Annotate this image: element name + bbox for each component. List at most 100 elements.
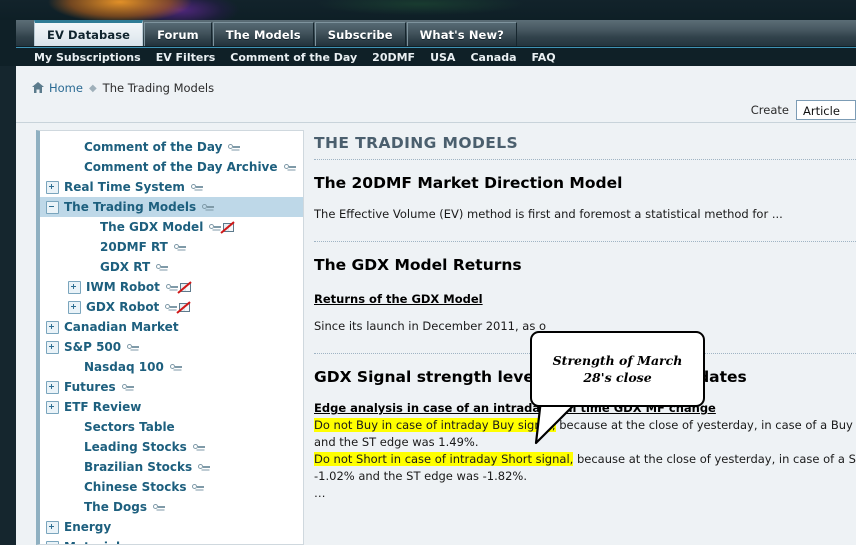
key-icon xyxy=(165,283,178,291)
tree-spacer-icon xyxy=(68,482,79,493)
sidebar-item-energy[interactable]: Energy xyxy=(40,517,303,537)
sidebar-item-icons xyxy=(202,203,215,211)
sidebar-item-label: GDX Robot xyxy=(86,300,160,314)
sidebar-item-label: ETF Review xyxy=(64,400,142,414)
sidebar-tree-panel[interactable]: Comment of the Day Comment of the Day Arc… xyxy=(36,130,304,545)
expand-icon[interactable] xyxy=(46,540,59,544)
tab-label: Forum xyxy=(157,27,199,42)
sidebar-item-icons xyxy=(209,220,235,234)
divider xyxy=(314,240,856,242)
tree-spacer-icon xyxy=(68,462,79,473)
tab-forum[interactable]: Forum xyxy=(144,22,212,46)
sidebar-item-label: The Dogs xyxy=(84,500,147,514)
expand-icon[interactable] xyxy=(46,380,59,394)
subnav-item-usa[interactable]: USA xyxy=(430,51,455,64)
subnav-item-faq[interactable]: FAQ xyxy=(532,51,556,64)
tree-spacer-icon xyxy=(68,442,79,453)
sidebar-item-the-dogs[interactable]: The Dogs xyxy=(40,497,303,517)
key-icon xyxy=(156,263,169,271)
secondary-nav-bar: My Subscriptions EV Filters Comment of t… xyxy=(16,47,856,66)
sidebar-item-icons xyxy=(156,263,169,271)
sidebar-item-label: IWM Robot xyxy=(86,280,160,294)
home-icon xyxy=(32,82,44,96)
subnav-item-ev-filters[interactable]: EV Filters xyxy=(156,51,216,64)
create-type-value: Article xyxy=(803,103,840,118)
expand-icon[interactable] xyxy=(46,400,59,414)
sidebar-item-s-p-500[interactable]: S&P 500 xyxy=(40,337,303,357)
create-type-select[interactable]: Article xyxy=(796,100,856,120)
sidebar-item-label: Nasdaq 100 xyxy=(84,360,164,374)
tab-whats-new[interactable]: What's New? xyxy=(406,22,517,46)
sidebar-item-comment-of-the-day-archive[interactable]: Comment of the Day Archive xyxy=(40,157,303,177)
sidebar-item-the-trading-models[interactable]: The Trading Models xyxy=(40,197,303,217)
expand-icon[interactable] xyxy=(68,300,81,314)
sidebar-item-canadian-market[interactable]: Canadian Market xyxy=(40,317,303,337)
sidebar-item-materials[interactable]: Materials xyxy=(40,537,303,544)
sidebar-item-comment-of-the-day[interactable]: Comment of the Day xyxy=(40,137,303,157)
expand-icon[interactable] xyxy=(46,180,59,194)
sidebar-item-brazilian-stocks[interactable]: Brazilian Stocks xyxy=(40,457,303,477)
subnav-item-my-subscriptions[interactable]: My Subscriptions xyxy=(34,51,141,64)
sidebar-item-nasdaq-100[interactable]: Nasdaq 100 xyxy=(40,357,303,377)
sidebar-item-gdx-rt[interactable]: GDX RT xyxy=(40,257,303,277)
subnav-item-20dmf[interactable]: 20DMF xyxy=(372,51,415,64)
tree-spacer-icon xyxy=(68,142,79,153)
key-icon xyxy=(192,443,205,451)
text-short-reason: because at the close of yesterday, in ca… xyxy=(573,452,856,466)
section-heading-gdx-returns: The GDX Model Returns xyxy=(314,256,522,274)
tree-spacer-icon xyxy=(68,162,79,173)
sidebar-item-sectors-table[interactable]: Sectors Table xyxy=(40,417,303,437)
tree-spacer-icon xyxy=(84,242,95,253)
callout-text-box: Strength of March 28's close xyxy=(530,331,705,407)
key-icon xyxy=(121,383,134,391)
tab-the-models[interactable]: The Models xyxy=(212,22,314,46)
collapse-icon[interactable] xyxy=(46,200,59,214)
key-icon xyxy=(202,203,215,211)
subnav-item-comment-of-the-day[interactable]: Comment of the Day xyxy=(230,51,357,64)
text-st-edge-buy: and the ST edge was 1.49%. xyxy=(314,435,479,449)
key-icon xyxy=(228,143,241,151)
text-ellipsis: … xyxy=(314,486,326,500)
callout-text: Strength of March 28's close xyxy=(552,353,683,385)
sidebar-item-leading-stocks[interactable]: Leading Stocks xyxy=(40,437,303,457)
create-bar: Create Article xyxy=(751,100,856,120)
sidebar-item-label: Chinese Stocks xyxy=(84,480,187,494)
sidebar-item-label: 20DMF RT xyxy=(100,240,168,254)
no-book-icon xyxy=(177,280,192,294)
sidebar-tree-list: Comment of the Day Comment of the Day Arc… xyxy=(40,131,303,544)
key-icon xyxy=(192,483,205,491)
sidebar-item-label: Real Time System xyxy=(64,180,185,194)
sidebar-item-real-time-system[interactable]: Real Time System xyxy=(40,177,303,197)
expand-icon[interactable] xyxy=(46,320,59,334)
sidebar-item-label: Energy xyxy=(64,520,112,534)
no-book-icon xyxy=(176,300,191,314)
sidebar-item-etf-review[interactable]: ETF Review xyxy=(40,397,303,417)
expand-icon[interactable] xyxy=(46,340,59,354)
sidebar-item-the-gdx-model[interactable]: The GDX Model xyxy=(40,217,303,237)
subnav-item-canada[interactable]: Canada xyxy=(470,51,516,64)
sidebar-item-20dmf-rt[interactable]: 20DMF RT xyxy=(40,237,303,257)
sidebar-item-icons xyxy=(121,383,134,391)
sidebar-item-gdx-robot[interactable]: GDX Robot xyxy=(40,297,303,317)
link-returns-of-the-gdx-model[interactable]: Returns of the GDX Model xyxy=(314,292,483,306)
sidebar-item-icons xyxy=(228,143,241,151)
sidebar-item-icons xyxy=(190,183,203,191)
tab-subscribe[interactable]: Subscribe xyxy=(314,22,406,46)
sidebar-item-icons xyxy=(152,503,165,511)
tree-spacer-icon xyxy=(84,262,95,273)
create-label: Create xyxy=(750,103,789,117)
sidebar-item-icons xyxy=(165,300,191,314)
tab-ev-database[interactable]: EV Database xyxy=(34,20,144,46)
tree-spacer-icon xyxy=(84,222,95,233)
breadcrumb-home-link[interactable]: Home xyxy=(49,81,83,95)
sidebar-item-label: Futures xyxy=(64,380,116,394)
divider xyxy=(314,158,856,160)
key-icon xyxy=(209,223,222,231)
expand-icon[interactable] xyxy=(68,280,81,294)
no-book-icon xyxy=(220,220,235,234)
tree-spacer-icon xyxy=(68,502,79,513)
sidebar-item-futures[interactable]: Futures xyxy=(40,377,303,397)
sidebar-item-iwm-robot[interactable]: IWM Robot xyxy=(40,277,303,297)
expand-icon[interactable] xyxy=(46,520,59,534)
sidebar-item-chinese-stocks[interactable]: Chinese Stocks xyxy=(40,477,303,497)
